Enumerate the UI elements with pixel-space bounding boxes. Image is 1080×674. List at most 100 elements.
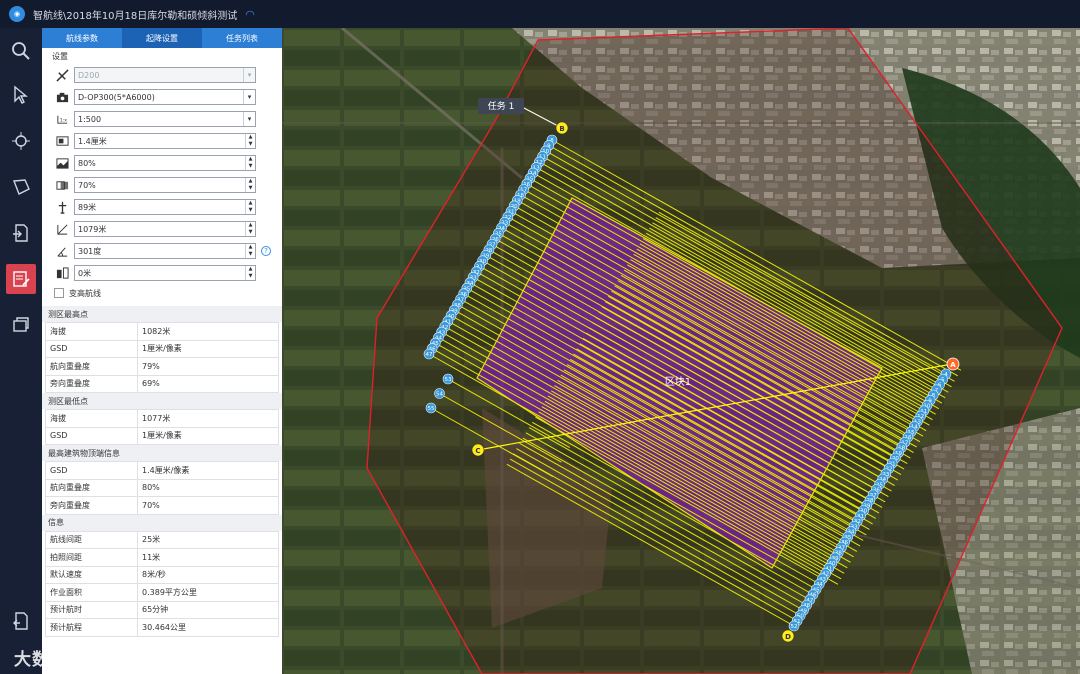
- spinner-icon[interactable]: ▲ ▼: [245, 178, 255, 192]
- table-key: 默认速度: [45, 565, 138, 584]
- length-value: 1079米: [78, 224, 107, 234]
- point-d-label: D: [785, 633, 791, 641]
- task-label: 任务 1: [488, 100, 515, 112]
- table-key: 海拔: [45, 322, 138, 341]
- title-bar: ◉ 智航线\2018年10月18日库尔勒和硕倾斜测试 ◠: [0, 0, 1080, 28]
- forward-overlap-value: 80%: [78, 158, 96, 168]
- waypoint-label: 52: [791, 624, 798, 630]
- table-value: 80%: [137, 478, 279, 497]
- forward-overlap-input[interactable]: 80% ▲ ▼: [74, 155, 256, 171]
- side-overlap-icon: [54, 177, 70, 193]
- watermark-text: 大数跨境: [14, 650, 86, 670]
- altitude-value: 89米: [78, 202, 97, 212]
- lowest-point-heading: 测区最低点: [42, 393, 282, 409]
- scale-icon: 1:x: [54, 111, 70, 127]
- table-row: GSD 1.4厘米/像素: [45, 461, 279, 480]
- export-icon[interactable]: [6, 606, 36, 636]
- table-value: 30.464公里: [137, 618, 279, 637]
- table-value: 1厘米/像素: [137, 426, 279, 445]
- spinner-icon[interactable]: ▲ ▼: [245, 200, 255, 214]
- highest-point-heading: 测区最高点: [42, 306, 282, 322]
- table-value: 8米/秒: [137, 565, 279, 584]
- spinner-icon[interactable]: ▲ ▼: [245, 156, 255, 170]
- camera-select[interactable]: D-OP300(5*A6000) ▾: [74, 89, 256, 105]
- table-key: GSD: [45, 339, 138, 358]
- search-icon[interactable]: [6, 36, 36, 66]
- tab-task-list[interactable]: 任务列表: [202, 28, 282, 48]
- variable-height-label: 变高航线: [69, 288, 101, 298]
- left-toolbar: [0, 28, 42, 674]
- settings-heading: 设置: [42, 48, 282, 64]
- table-value: 69%: [137, 374, 279, 393]
- info-heading: 信息: [42, 514, 282, 531]
- polygon-icon[interactable]: [6, 172, 36, 202]
- table-row: 作业面积 0.389平方公里: [45, 583, 279, 602]
- info-table: 航线间距 25米 拍照间距 11米 默认速度 8米/秒 作业面积 0.389平方公里 预计航时 6…: [45, 530, 279, 637]
- drone-icon: [54, 67, 70, 83]
- scale-value: 1:500: [78, 114, 102, 124]
- pointer-icon[interactable]: [6, 80, 36, 110]
- table-row: 旁向重叠度 70%: [45, 496, 279, 515]
- app-logo-icon: ◉: [9, 6, 25, 22]
- satellite-map[interactable]: 8 9 10 11 12 13 14 15 16 17 18 19 20 21 22 23 24 25 26 27 28…: [282, 28, 1080, 674]
- heading-angle-row: 301度 ▲ ▼ ?: [42, 240, 282, 262]
- altitude-input[interactable]: 89米 ▲ ▼: [74, 199, 256, 215]
- table-row: 预计航程 30.464公里: [45, 618, 279, 637]
- resolution-icon: [54, 133, 70, 149]
- spinner-icon[interactable]: ▲ ▼: [245, 244, 255, 258]
- spinner-icon[interactable]: ▲ ▼: [245, 266, 255, 280]
- altitude-icon: [54, 199, 70, 215]
- table-row: 预计航时 65分钟: [45, 600, 279, 619]
- point-c-label: C: [475, 447, 480, 455]
- table-key: 旁向重叠度: [45, 374, 138, 393]
- gsd-input[interactable]: 1.4厘米 ▲ ▼: [74, 133, 256, 149]
- table-value: 1077米: [137, 409, 279, 428]
- point-b-label: B: [559, 125, 564, 133]
- table-key: GSD: [45, 426, 138, 445]
- heading-angle-value: 301度: [78, 246, 102, 256]
- variable-height-checkbox[interactable]: [54, 288, 64, 298]
- drone-select[interactable]: D200 ▾: [74, 67, 256, 83]
- table-value: 25米: [137, 530, 279, 549]
- waypoint-label: 54: [436, 392, 443, 398]
- table-row: 航向重叠度 79%: [45, 357, 279, 376]
- table-key: 作业面积: [45, 583, 138, 602]
- drone-value: D200: [78, 70, 100, 80]
- length-input[interactable]: 1079米 ▲ ▼: [74, 221, 256, 237]
- table-value: 1082米: [137, 322, 279, 341]
- heading-angle-input[interactable]: 301度 ▲ ▼: [74, 243, 256, 259]
- map-canvas[interactable]: 8910111213141516171819202122232425262728…: [282, 28, 1080, 674]
- table-value: 1.4厘米/像素: [137, 461, 279, 480]
- locate-icon[interactable]: [6, 126, 36, 156]
- scale-select[interactable]: 1:500 ▾: [74, 111, 256, 127]
- chevron-down-icon: ▾: [243, 68, 255, 82]
- spinner-icon[interactable]: ▲ ▼: [245, 134, 255, 148]
- table-key: 拍照间距: [45, 548, 138, 567]
- forward-overlap-icon: [54, 155, 70, 171]
- angle-icon: [54, 243, 70, 259]
- tab-route-params[interactable]: 航线参数: [42, 28, 122, 48]
- table-value: 79%: [137, 357, 279, 376]
- chevron-down-icon: ▾: [243, 90, 255, 104]
- chevron-down-icon: ▾: [243, 112, 255, 126]
- waypoint-label: 55: [428, 406, 435, 412]
- variable-height-row: 变高航线: [42, 284, 282, 302]
- table-row: 航线间距 25米: [45, 530, 279, 549]
- layers-icon[interactable]: [6, 310, 36, 340]
- help-icon[interactable]: ?: [261, 246, 271, 256]
- highest-point-table: 海拔 1082米 GSD 1厘米/像素 航向重叠度 79% 旁向重叠度 69%: [45, 322, 279, 393]
- offset-input[interactable]: 0米 ▲ ▼: [74, 265, 256, 281]
- edit-route-icon[interactable]: [6, 264, 36, 294]
- import-icon[interactable]: [6, 218, 36, 248]
- gsd-value: 1.4厘米: [78, 136, 107, 146]
- scale-row: 1:x 1:500 ▾: [42, 108, 282, 130]
- spinner-icon[interactable]: ▲ ▼: [245, 222, 255, 236]
- table-key: 航向重叠度: [45, 357, 138, 376]
- tab-takeoff-landing[interactable]: 起降设置: [122, 28, 202, 48]
- offset-value: 0米: [78, 268, 92, 278]
- drone-row: D200 ▾: [42, 64, 282, 86]
- table-row: 航向重叠度 80%: [45, 478, 279, 497]
- window-title: 智航线\2018年10月18日库尔勒和硕倾斜测试: [33, 10, 238, 22]
- table-row: 旁向重叠度 69%: [45, 374, 279, 393]
- side-overlap-input[interactable]: 70% ▲ ▼: [74, 177, 256, 193]
